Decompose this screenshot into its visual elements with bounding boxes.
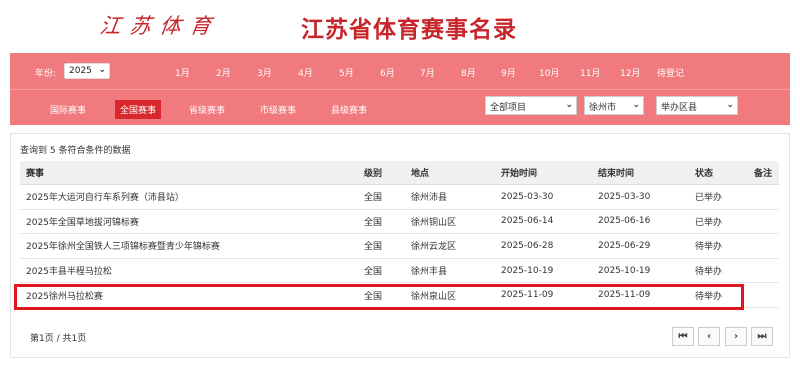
last-page-icon: ⏭ (757, 331, 767, 342)
level-cell: 全国 (358, 233, 405, 259)
category-tab-county[interactable]: 县级赛事 (326, 100, 372, 119)
level-cell: 全国 (358, 258, 405, 284)
level-cell: 全国 (358, 282, 405, 308)
month-filter-row: 年份: 2025 ⌄ 1月 2月 3月 4月 5月 6月 7月 8月 9月 10… (10, 53, 790, 89)
table-header-row: 赛事 级别 地点 开始时间 结束时间 状态 备注 (20, 161, 779, 185)
note-cell (748, 258, 779, 284)
city-select-value: 徐州市 (589, 103, 617, 113)
place-cell: 徐州沛县 (405, 184, 495, 210)
table-row[interactable]: 2025徐州马拉松赛 全国 徐州泉山区 2025-11-09 2025-11-0… (20, 282, 779, 308)
place-cell: 徐州云龙区 (405, 233, 495, 259)
event-name-cell: 2025丰县半程马拉松 (20, 258, 358, 284)
city-select[interactable]: 徐州市 ⌄ (584, 96, 644, 115)
column-header-note: 备注 (748, 161, 779, 185)
chevron-down-icon: ⌄ (726, 100, 734, 110)
month-link-12[interactable]: 12月 (620, 66, 640, 79)
prev-page-button[interactable]: ‹ (698, 327, 720, 346)
month-link-7[interactable]: 7月 (420, 66, 435, 79)
pagination-info: 第1页 / 共1页 (30, 334, 87, 344)
district-select[interactable]: 举办区县 ⌄ (656, 96, 738, 115)
end-date-cell: 2025-03-30 (592, 184, 689, 210)
status-cell: 待举办 (689, 233, 748, 259)
filter-panel: 年份: 2025 ⌄ 1月 2月 3月 4月 5月 6月 7月 8月 9月 10… (10, 53, 790, 125)
event-name-cell: 2025年大运河自行车系列赛（沛县站） (20, 184, 358, 210)
page-header: 江苏体育 江苏省体育赛事名录 (0, 0, 800, 48)
status-cell: 待举办 (689, 258, 748, 284)
column-header-start: 开始时间 (495, 161, 592, 185)
place-cell: 徐州丰县 (405, 258, 495, 284)
last-page-button[interactable]: ⏭ (751, 327, 773, 346)
column-header-level: 级别 (358, 161, 405, 185)
project-select[interactable]: 全部项目 ⌄ (485, 96, 577, 115)
result-count-text: 查询到 5 条符合条件的数据 (20, 146, 131, 156)
year-label: 年份: (35, 69, 57, 79)
chevron-down-icon: ⌄ (565, 100, 573, 110)
chevron-down-icon: ⌄ (632, 100, 640, 110)
month-link-11[interactable]: 11月 (580, 66, 600, 79)
chevron-down-icon: ⌄ (98, 65, 106, 75)
column-header-place: 地点 (405, 161, 495, 185)
month-link-2[interactable]: 2月 (216, 66, 231, 79)
category-tab-provincial[interactable]: 省级赛事 (184, 100, 230, 119)
end-date-cell: 2025-06-29 (592, 233, 689, 259)
table-row[interactable]: 2025丰县半程马拉松 全国 徐州丰县 2025-10-19 2025-10-1… (20, 258, 779, 284)
month-link-1[interactable]: 1月 (175, 66, 190, 79)
page-title: 江苏省体育赛事名录 (301, 17, 517, 43)
year-select[interactable]: 2025 ⌄ (64, 63, 110, 79)
next-page-button[interactable]: › (725, 327, 747, 346)
results-card: 查询到 5 条符合条件的数据 赛事 级别 地点 开始时间 结束时间 状态 备注 … (10, 133, 790, 358)
chevron-left-icon: ‹ (706, 331, 712, 342)
event-name-cell: 2025徐州马拉松赛 (20, 282, 358, 308)
level-cell: 全国 (358, 184, 405, 210)
logo: 江苏体育 (98, 14, 222, 38)
end-date-cell: 2025-10-19 (592, 258, 689, 284)
category-tab-national[interactable]: 全国赛事 (115, 100, 162, 119)
first-page-button[interactable]: ⏮ (672, 327, 694, 346)
column-header-status: 状态 (689, 161, 748, 185)
month-link-10[interactable]: 10月 (539, 66, 559, 79)
month-link-4[interactable]: 4月 (298, 66, 313, 79)
start-date-cell: 2025-03-30 (495, 184, 592, 210)
note-cell (748, 184, 779, 210)
level-cell: 全国 (358, 209, 405, 235)
column-header-event: 赛事 (20, 161, 358, 185)
project-select-value: 全部项目 (490, 103, 527, 113)
month-link-6[interactable]: 6月 (380, 66, 395, 79)
note-cell (748, 209, 779, 235)
category-tab-city[interactable]: 市级赛事 (255, 100, 301, 119)
first-page-icon: ⏮ (678, 331, 688, 342)
table-row[interactable]: 2025年全国草地拔河锦标赛 全国 徐州铜山区 2025-06-14 2025-… (20, 209, 779, 235)
month-link-9[interactable]: 9月 (501, 66, 516, 79)
start-date-cell: 2025-10-19 (495, 258, 592, 284)
status-cell: 已举办 (689, 184, 748, 210)
month-link-3[interactable]: 3月 (257, 66, 272, 79)
category-tab-international[interactable]: 国际赛事 (45, 100, 91, 119)
place-cell: 徐州泉山区 (405, 282, 495, 308)
start-date-cell: 2025-06-28 (495, 233, 592, 259)
panel-divider (10, 89, 790, 90)
end-date-cell: 2025-06-16 (592, 209, 689, 235)
status-cell: 待举办 (689, 282, 748, 308)
end-date-cell: 2025-11-09 (592, 282, 689, 308)
note-cell (748, 282, 779, 308)
column-header-end: 结束时间 (592, 161, 689, 185)
start-date-cell: 2025-11-09 (495, 282, 592, 308)
table-row[interactable]: 2025年大运河自行车系列赛（沛县站） 全国 徐州沛县 2025-03-30 2… (20, 184, 779, 210)
month-link-5[interactable]: 5月 (339, 66, 354, 79)
table-row[interactable]: 2025年徐州全国铁人三项锦标赛暨青少年锦标赛 全国 徐州云龙区 2025-06… (20, 233, 779, 259)
event-name-cell: 2025年全国草地拔河锦标赛 (20, 209, 358, 235)
month-link-pending[interactable]: 待登记 (657, 66, 684, 79)
event-name-cell: 2025年徐州全国铁人三项锦标赛暨青少年锦标赛 (20, 233, 358, 259)
chevron-right-icon: › (733, 331, 739, 342)
start-date-cell: 2025-06-14 (495, 209, 592, 235)
status-cell: 已举办 (689, 209, 748, 235)
district-select-value: 举办区县 (661, 103, 698, 113)
note-cell (748, 233, 779, 259)
place-cell: 徐州铜山区 (405, 209, 495, 235)
year-select-value: 2025 (69, 66, 92, 76)
month-link-8[interactable]: 8月 (461, 66, 476, 79)
results-table: 赛事 级别 地点 开始时间 结束时间 状态 备注 2025年大运河自行车系列赛（… (20, 161, 779, 308)
